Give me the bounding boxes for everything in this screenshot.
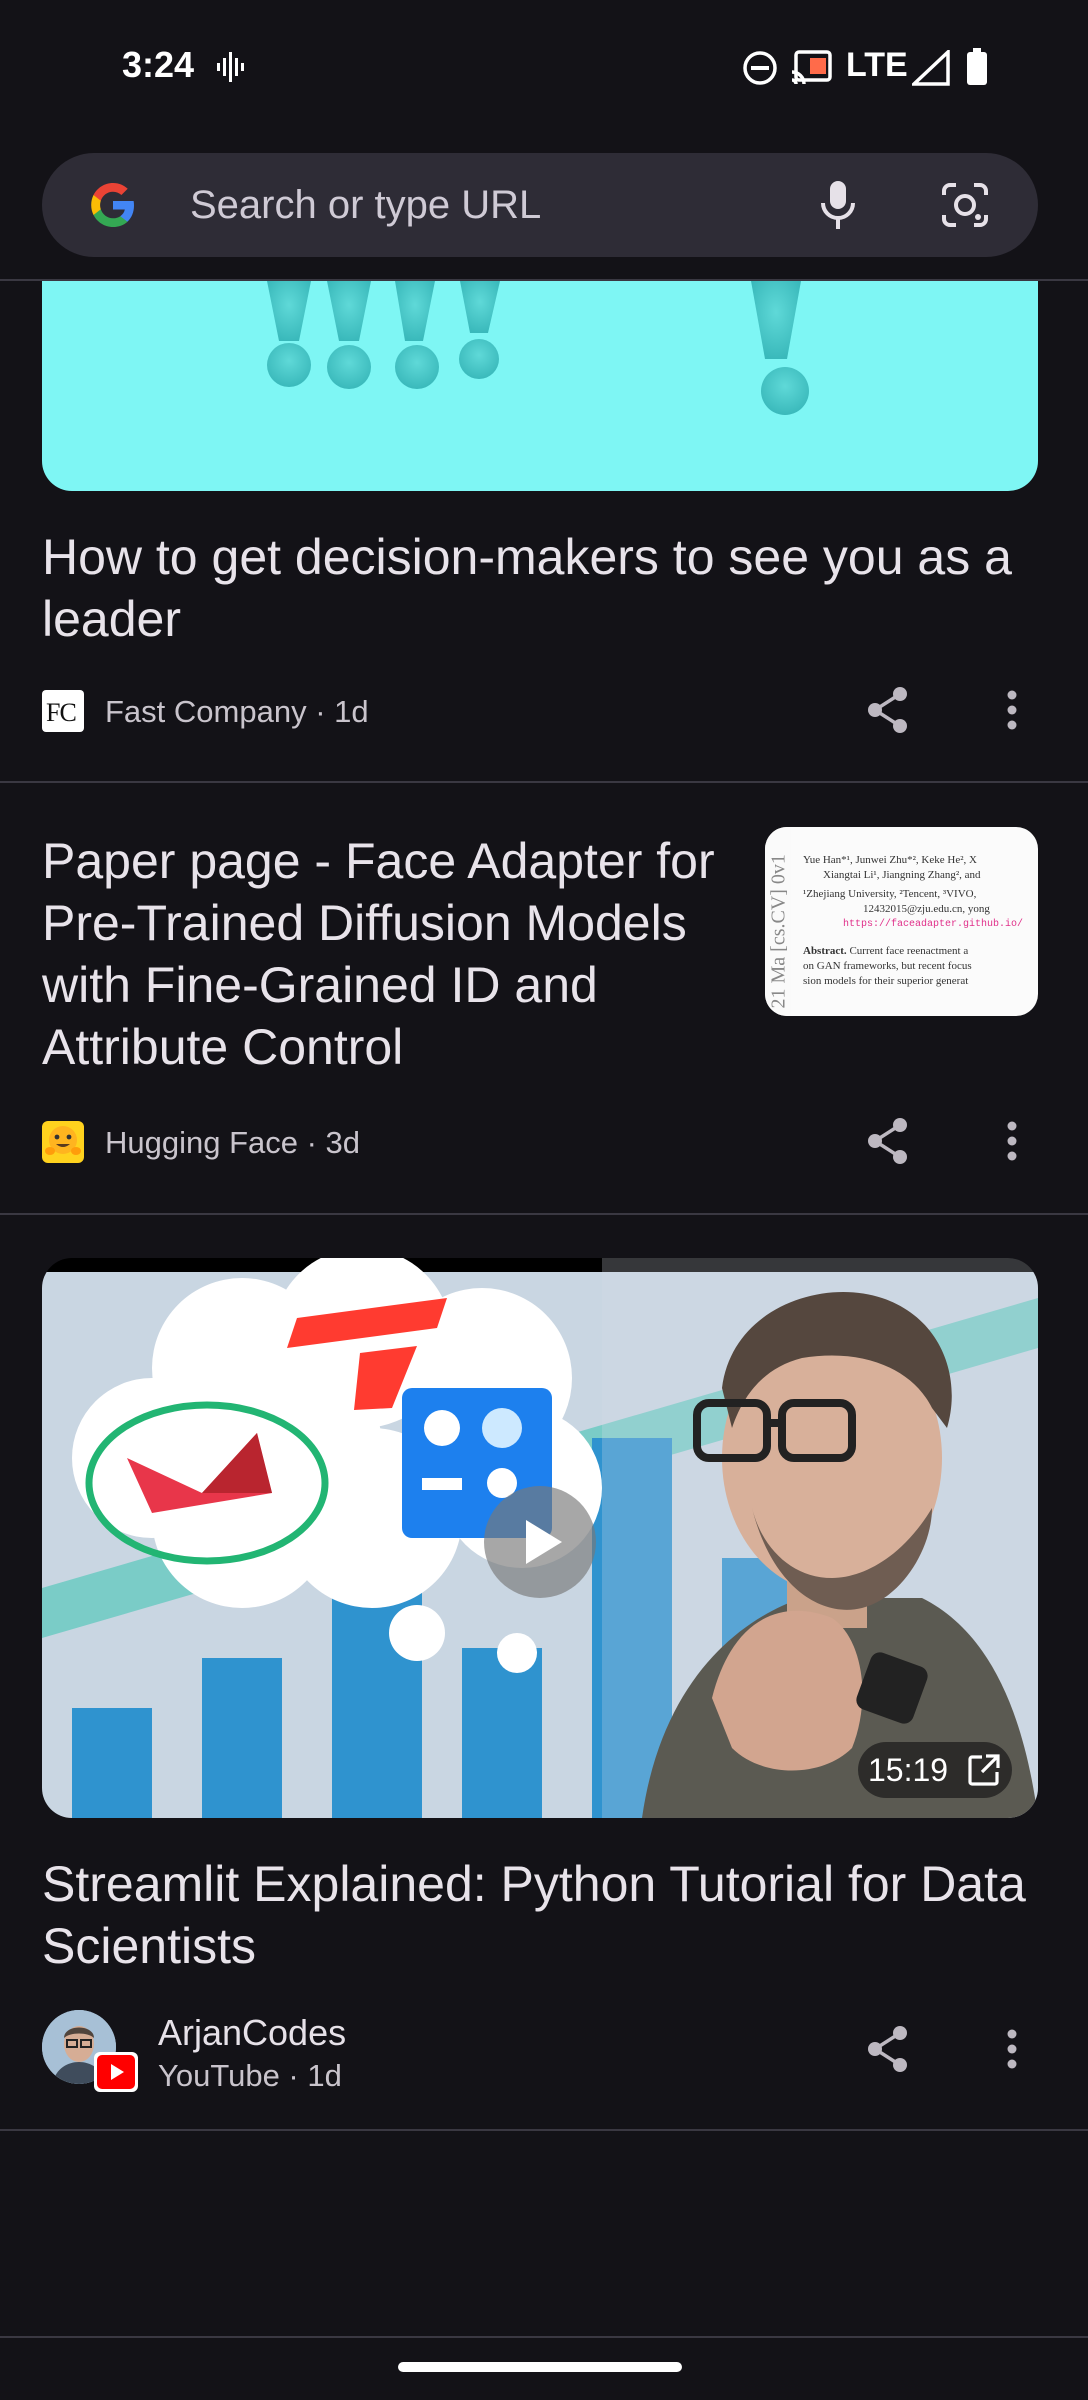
search-input[interactable]: Search or type URL (190, 183, 541, 228)
more-options-icon[interactable] (1006, 2029, 1018, 2069)
more-options-icon[interactable] (1006, 1121, 1018, 1161)
fast-company-logo: FC (42, 690, 84, 732)
microphone-icon[interactable] (818, 179, 858, 231)
divider (0, 1213, 1088, 1215)
voice-activity-icon (217, 52, 244, 82)
lens-camera-icon[interactable] (940, 181, 990, 229)
signal-icon (912, 50, 950, 86)
youtube-icon (94, 2052, 138, 2092)
do-not-disturb-icon (743, 51, 777, 85)
article-2-source: Hugging Face · 3d (105, 1125, 361, 1160)
share-icon[interactable] (866, 2025, 910, 2073)
video-duration-badge: 15:19 (858, 1742, 1012, 1798)
status-bar: 3:24 LTE (0, 0, 1088, 134)
video-thumbnail[interactable] (42, 1258, 1038, 1818)
play-icon (526, 1520, 562, 1564)
article-2-thumbnail[interactable]: 21 Ma [cs.CV] 0v1 Yue Han*¹, Junwei Zhu*… (765, 827, 1038, 1016)
video-title[interactable]: Streamlit Explained: Python Tutorial for… (42, 1853, 1042, 1977)
hugging-face-logo (42, 1121, 84, 1163)
figure-illustration (267, 281, 809, 415)
google-logo-icon (91, 183, 134, 227)
open-external-icon (968, 1754, 1000, 1786)
divider (0, 781, 1088, 783)
video-source: YouTube · 1d (158, 2058, 342, 2093)
search-bar[interactable]: Search or type URL (42, 153, 1038, 257)
clock: 3:24 (122, 44, 195, 85)
more-options-icon[interactable] (1006, 690, 1018, 730)
share-icon[interactable] (866, 1117, 910, 1165)
divider (0, 2129, 1088, 2131)
article-1-image[interactable] (42, 281, 1038, 491)
navigation-bar-divider (0, 2336, 1088, 2338)
article-2-title[interactable]: Paper page - Face Adapter for Pre-Traine… (42, 830, 742, 1078)
network-type-label: LTE (846, 46, 908, 84)
share-icon[interactable] (866, 686, 910, 734)
cast-icon (792, 50, 832, 84)
play-button[interactable] (484, 1486, 596, 1598)
article-1-title[interactable]: How to get decision-makers to see you as… (42, 526, 1042, 650)
home-gesture-bar[interactable] (398, 2362, 682, 2372)
battery-icon (967, 48, 987, 85)
article-1-source: Fast Company · 1d (105, 694, 369, 729)
channel-name: ArjanCodes (158, 2012, 347, 2053)
